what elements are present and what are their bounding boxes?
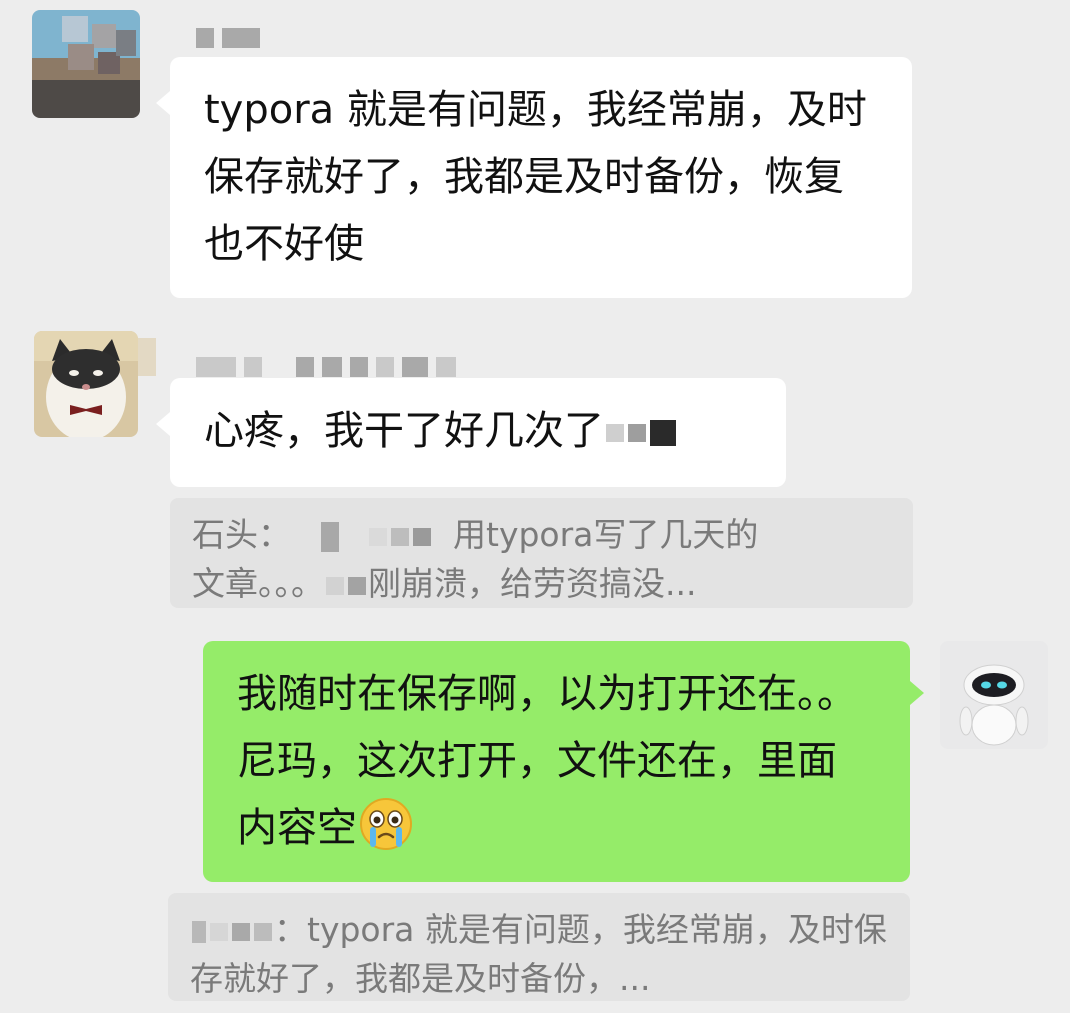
- avatar-sender-2[interactable]: [34, 331, 138, 437]
- avatar-pixel-blur: [138, 338, 156, 376]
- message-bubble-2[interactable]: 心疼，我干了好几次了: [156, 378, 786, 487]
- message-bubble-self[interactable]: 我随时在保存啊，以为打开还在。。尼玛，这次打开，文件还在，里面内容空: [203, 641, 924, 882]
- quote-text-1c: 刚崩溃，给劳资搞没...: [368, 564, 697, 603]
- landscape-avatar-image: [32, 10, 140, 118]
- message-bubble-1[interactable]: typora 就是有问题，我经常崩，及时保存就好了，我都是及时备份，恢复也不好使: [156, 57, 912, 298]
- quoted-message-1[interactable]: 石头： 用typora写了几天的 文章。。。 刚崩溃，给劳资搞没...: [170, 498, 913, 608]
- message-text-self: 我随时在保存啊，以为打开还在。。尼玛，这次打开，文件还在，里面内容空: [237, 671, 857, 851]
- blurred-word: [324, 564, 368, 603]
- message-text-2: 心疼，我干了好几次了: [204, 408, 604, 454]
- quoted-message-2[interactable]: ：typora 就是有问题，我经常崩，及时保存就好了，我都是及时备份，...: [168, 893, 910, 1001]
- sender-name-2: [196, 357, 456, 377]
- robot-avatar-image: [940, 641, 1048, 749]
- cat-avatar-image: [34, 331, 138, 437]
- quote-text-1b: 文章。。。: [192, 564, 324, 603]
- quote-prefix-1: 石头：: [192, 515, 291, 554]
- blurred-name: [291, 515, 453, 554]
- quote-text-1a: 用typora写了几天的: [453, 515, 759, 554]
- avatar-sender-1[interactable]: [32, 10, 140, 118]
- quote-text-2: ：typora 就是有问题，我经常崩，及时保存就好了，我都是及时备份，...: [190, 910, 887, 998]
- sender-name-1: [196, 28, 260, 48]
- blurred-name-2: [190, 910, 274, 949]
- avatar-self[interactable]: [940, 641, 1048, 749]
- message-text-1: typora 就是有问题，我经常崩，及时保存就好了，我都是及时备份，恢复也不好使: [204, 87, 867, 267]
- blurred-content: [604, 408, 678, 454]
- crying-face-icon: [360, 798, 412, 850]
